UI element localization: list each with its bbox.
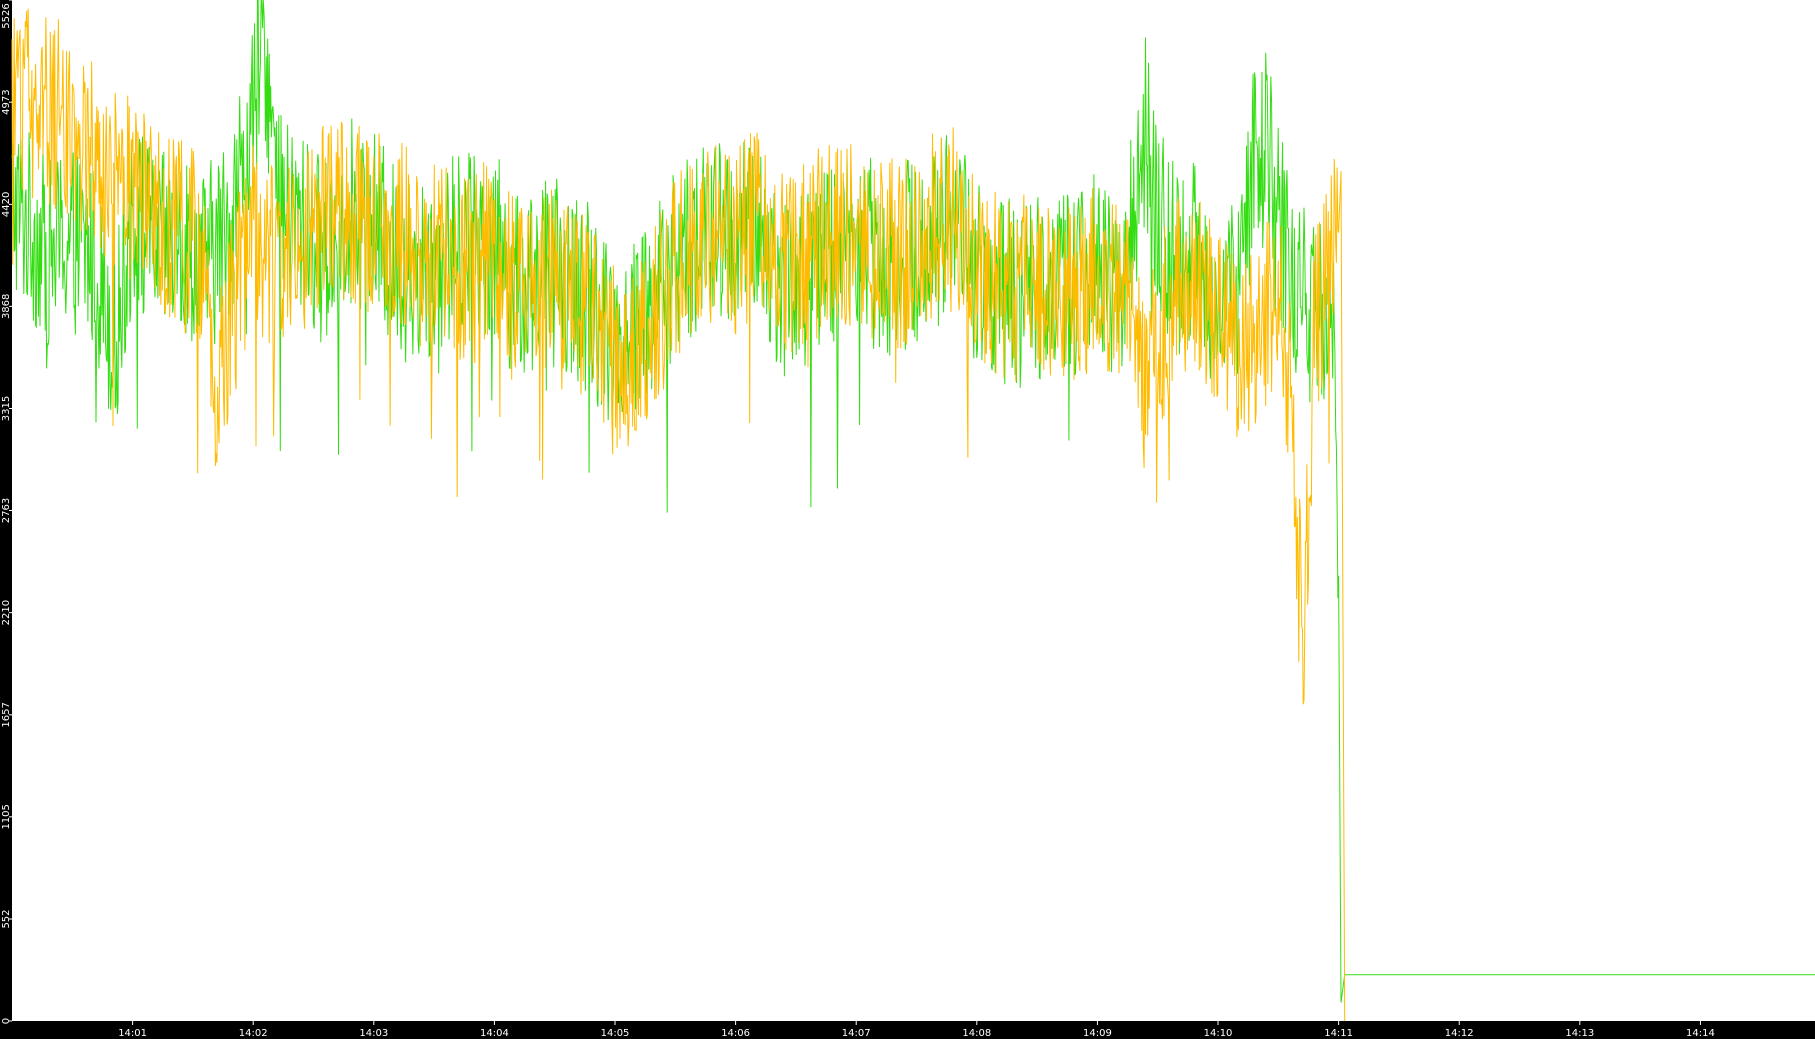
plot-area: [12, 0, 1815, 1021]
x-tick-label: 14:11: [1324, 1028, 1353, 1039]
y-tick-label: 1657: [1, 702, 12, 727]
x-tick-label: 14:10: [1204, 1028, 1233, 1039]
y-tick-label: 1105: [1, 804, 12, 829]
y-tick-label: 5526: [1, 3, 12, 28]
y-tick-label: 3315: [1, 396, 12, 421]
x-tick-label: 14:12: [1445, 1028, 1474, 1039]
x-tick-label: 14:02: [239, 1028, 268, 1039]
y-tick-label: 3868: [1, 294, 12, 319]
y-tick-label: 0: [1, 1018, 12, 1024]
x-tick-label: 14:13: [1565, 1028, 1594, 1039]
y-tick-label: 552: [1, 909, 12, 928]
x-tick-label: 14:05: [601, 1028, 630, 1039]
x-tick-label: 14:07: [842, 1028, 871, 1039]
y-tick-label: 4420: [1, 192, 12, 217]
x-tick-label: 14:06: [721, 1028, 750, 1039]
x-tick-label: 14:08: [962, 1028, 991, 1039]
x-tick-label: 14:14: [1686, 1028, 1715, 1039]
x-tick-label: 14:04: [480, 1028, 509, 1039]
x-tick-label: 14:01: [118, 1028, 147, 1039]
chart-svg: 0 552 1105 1657 2210 2763 3315 3868 4420 4973 5526…: [0, 0, 1815, 1039]
y-tick-label: 4973: [1, 89, 12, 114]
x-tick-label: 14:09: [1083, 1028, 1112, 1039]
y-tick-label: 2210: [1, 600, 12, 625]
y-tick-label: 2763: [1, 498, 12, 523]
x-tick-label: 14:03: [359, 1028, 388, 1039]
